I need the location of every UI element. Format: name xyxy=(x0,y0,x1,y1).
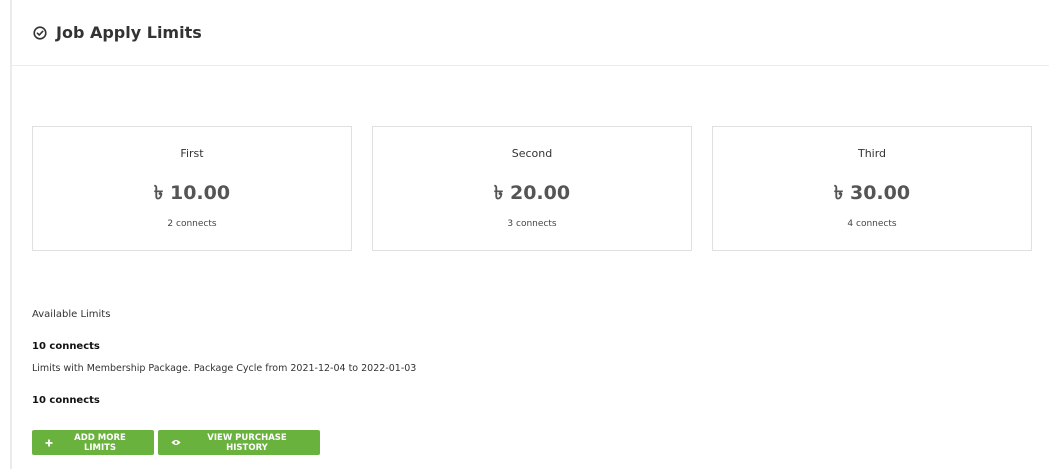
view-purchase-history-button[interactable]: VIEW PURCHASE HISTORY xyxy=(158,430,320,455)
check-circle-icon xyxy=(33,25,47,40)
package-connects: 2 connects xyxy=(167,219,217,229)
left-divider xyxy=(10,0,12,469)
package-price: ৳ 20.00 xyxy=(493,182,571,204)
package-name: Second xyxy=(511,147,553,160)
eye-icon xyxy=(171,439,181,446)
package-card-second: Second ৳ 20.00 3 connects xyxy=(372,126,692,251)
job-apply-limits-page: Job Apply Limits First ৳ 10.00 2 connect… xyxy=(0,0,1049,469)
page-title: Job Apply Limits xyxy=(56,23,202,42)
package-price: ৳ 10.00 xyxy=(153,182,231,204)
package-name: First xyxy=(180,147,204,160)
package-price: ৳ 30.00 xyxy=(833,182,911,204)
package-card-third: Third ৳ 30.00 4 connects xyxy=(712,126,1032,251)
package-card-first: First ৳ 10.00 2 connects xyxy=(32,126,352,251)
package-connects: 3 connects xyxy=(507,219,557,229)
add-more-limits-label: ADD MORE LIMITS xyxy=(74,432,126,453)
view-purchase-history-label: VIEW PURCHASE HISTORY xyxy=(207,432,287,453)
total-connects-value: 10 connects xyxy=(32,395,100,406)
action-buttons: ADD MORE LIMITS VIEW PURCHASE HISTORY xyxy=(32,430,320,455)
package-cards: First ৳ 10.00 2 connects Second ৳ 20.00 … xyxy=(32,126,1032,251)
package-connects: 4 connects xyxy=(847,219,897,229)
available-limits-label: Available Limits xyxy=(32,309,111,320)
package-cycle-text: Limits with Membership Package. Package … xyxy=(32,363,417,374)
plus-icon xyxy=(45,439,53,447)
panel-header: Job Apply Limits xyxy=(12,0,1049,66)
membership-connects-value: 10 connects xyxy=(32,341,100,352)
add-more-limits-button[interactable]: ADD MORE LIMITS xyxy=(32,430,154,455)
package-name: Third xyxy=(857,147,887,160)
